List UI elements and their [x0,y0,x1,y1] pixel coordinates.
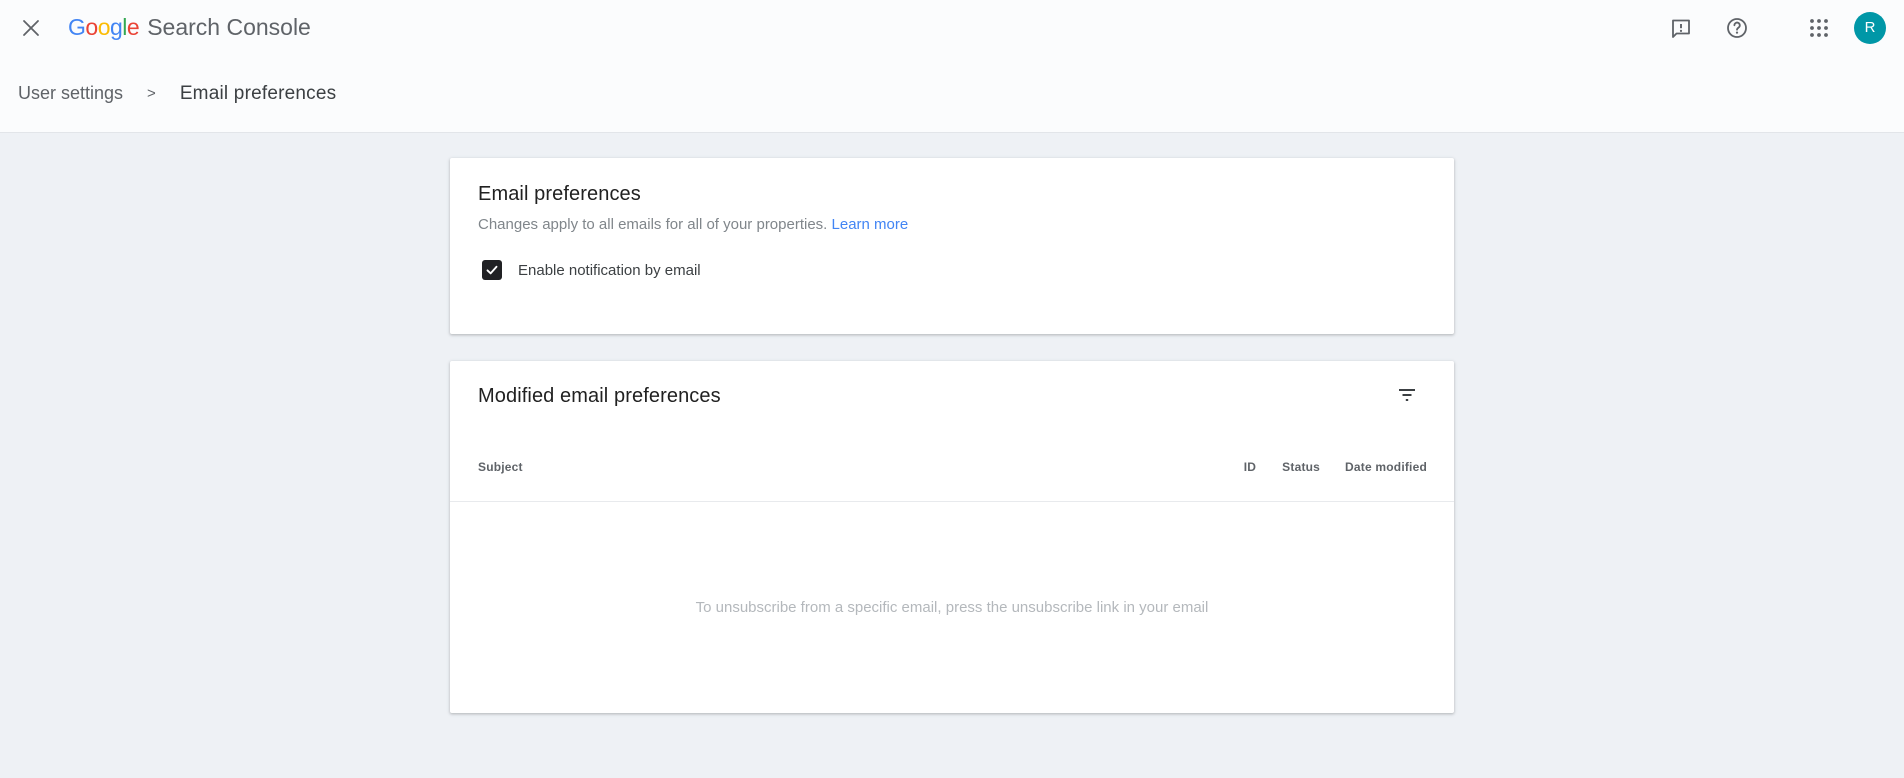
card-title: Modified email preferences [478,385,721,408]
help-icon [1725,16,1749,40]
description-text: Changes apply to all emails for all of y… [478,216,827,233]
checkbox-label: Enable notification by email [518,262,701,279]
account-avatar[interactable]: R [1854,12,1886,44]
top-app-bar: Google Search Console [0,0,1904,55]
close-button[interactable] [18,15,44,41]
close-icon [21,18,41,38]
app-logo[interactable]: Google Search Console [68,14,311,41]
card-description: Changes apply to all emails for all of y… [478,216,1426,233]
enable-notification-row[interactable]: Enable notification by email [478,260,1426,280]
column-header-subject: Subject [478,460,1244,474]
column-header-date-modified: Date modified [1345,460,1427,474]
main-content: Email preferences Changes apply to all e… [0,133,1904,713]
breadcrumb-user-settings[interactable]: User settings [18,83,123,104]
feedback-icon [1669,16,1693,40]
filter-button[interactable] [1394,382,1420,408]
google-logo: Google [68,14,139,41]
product-name: Search Console [147,14,311,41]
email-preferences-card: Email preferences Changes apply to all e… [450,158,1454,334]
breadcrumb-current-page: Email preferences [180,83,337,105]
apps-grid-button[interactable] [1806,15,1832,41]
card-title: Email preferences [478,183,1426,206]
learn-more-link[interactable]: Learn more [832,216,909,233]
breadcrumb: User settings > Email preferences [0,55,1904,133]
checkbox-checked-icon[interactable] [482,260,502,280]
feedback-button[interactable] [1668,15,1694,41]
chevron-right-icon: > [147,85,156,102]
column-header-id: ID [1244,460,1256,474]
column-header-status: Status [1282,460,1320,474]
table-empty-state: To unsubscribe from a specific email, pr… [450,502,1454,713]
table-header-row: Subject ID Status Date modified [450,460,1454,474]
filter-list-icon [1395,383,1419,407]
apps-grid-icon [1808,17,1830,39]
empty-state-message: To unsubscribe from a specific email, pr… [696,599,1209,616]
modified-email-preferences-card: Modified email preferences Subject ID St… [450,361,1454,713]
help-button[interactable] [1724,15,1750,41]
